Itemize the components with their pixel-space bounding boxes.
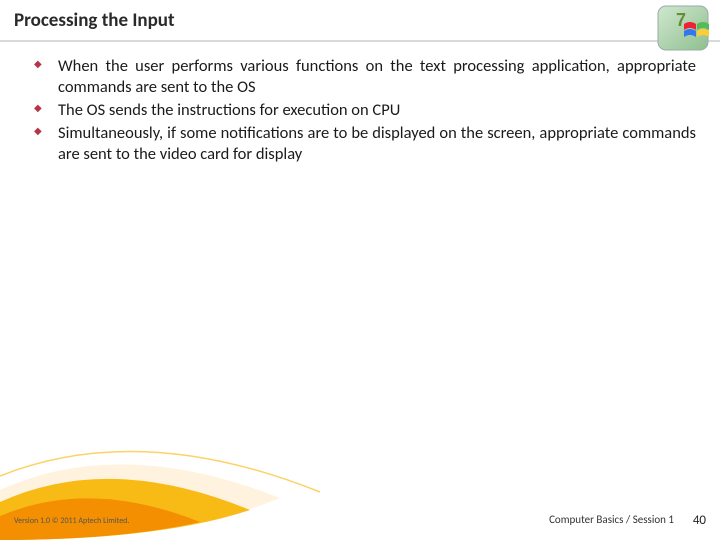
footer-course: Computer Basics / Session 1 — [549, 513, 674, 526]
page-number: 40 — [693, 513, 706, 528]
content-area: When the user performs various functions… — [34, 56, 696, 168]
slide: Processing the Input 7 When the user per… — [0, 0, 720, 540]
bullet-list: When the user performs various functions… — [34, 56, 696, 166]
windows7-logo-icon: 7 — [656, 4, 710, 52]
slide-title: Processing the Input — [14, 9, 175, 32]
bullet-item: When the user performs various functions… — [34, 56, 696, 98]
title-bar: Processing the Input — [0, 0, 720, 42]
footer-version: Version 1.0 © 2011 Aptech Limited. — [14, 516, 129, 526]
bullet-item: The OS sends the instructions for execut… — [34, 100, 696, 121]
bullet-item: Simultaneously, if some notifications ar… — [34, 123, 696, 165]
